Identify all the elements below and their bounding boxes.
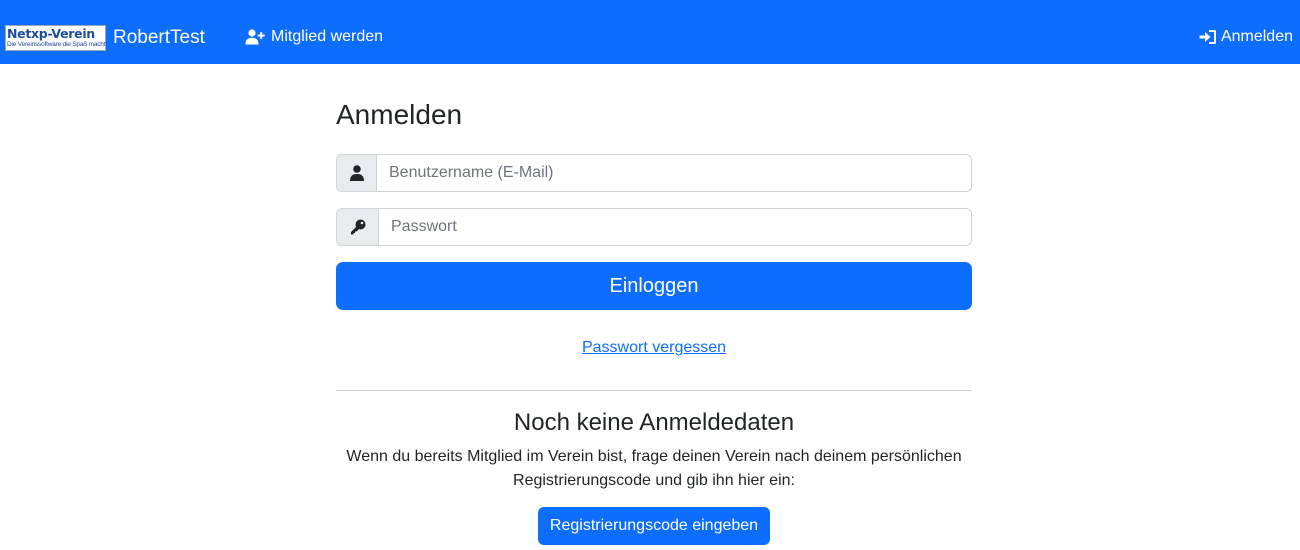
become-member-label: Mitglied werden (271, 28, 384, 45)
user-plus-icon (245, 29, 265, 45)
login-title: Anmelden (336, 99, 463, 130)
register-info-text: Wenn du bereits Mitglied im Verein bist,… (346, 448, 962, 489)
forgot-password-wrapper: Passwort vergessen (336, 338, 972, 358)
sign-in-icon (1199, 30, 1216, 44)
club-name[interactable]: RobertTest (113, 25, 205, 51)
key-icon (350, 219, 365, 235)
nav-login-label: Anmelden (1220, 28, 1293, 45)
forgot-password-link[interactable]: Passwort vergessen (582, 339, 726, 356)
password-input-group (336, 208, 972, 246)
user-icon (349, 165, 364, 181)
password-addon (337, 209, 379, 245)
username-input[interactable] (377, 155, 971, 191)
section-divider (336, 390, 972, 391)
password-input[interactable] (379, 209, 971, 245)
become-member-link[interactable]: Mitglied werden (245, 25, 383, 49)
logo-title: Netxp-Verein (7, 26, 95, 41)
register-title: Noch keine Anmeldedaten (513, 409, 795, 436)
logo-tagline: Die Vereinssoftware die Spaß macht! (7, 41, 107, 48)
top-navbar: Netxp-Verein Die Vereinssoftware die Spa… (0, 0, 1300, 64)
enter-registration-code-button[interactable]: Registrierungscode eingeben (538, 507, 770, 545)
username-addon (337, 155, 377, 191)
netxp-verein-logo[interactable]: Netxp-Verein Die Vereinssoftware die Spa… (5, 25, 107, 51)
nav-login-link[interactable]: Anmelden (1199, 25, 1293, 49)
username-input-group (336, 154, 972, 192)
login-button[interactable]: Einloggen (336, 262, 972, 310)
